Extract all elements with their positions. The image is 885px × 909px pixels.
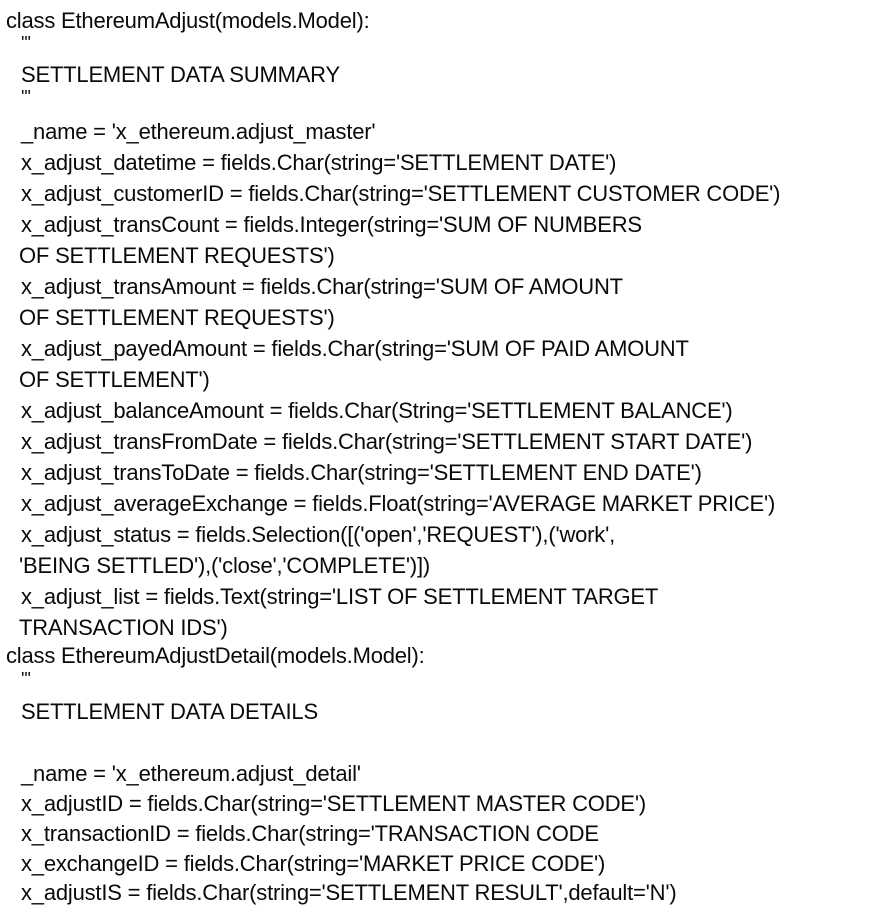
- code-line-docstring-open: ''': [21, 33, 31, 53]
- code-line-field: x_adjust_transToDate = fields.Char(strin…: [21, 460, 702, 485]
- code-line-docstring-open: ''': [21, 669, 31, 689]
- code-line-field: x_adjust_transFromDate = fields.Char(str…: [21, 429, 753, 454]
- code-line-docstring-text: SETTLEMENT DATA SUMMARY: [21, 62, 340, 87]
- code-line-continuation: OF SETTLEMENT REQUESTS'): [19, 305, 335, 330]
- code-line-field: x_adjust_customerID = fields.Char(string…: [21, 181, 781, 206]
- code-line-name: _name = 'x_ethereum.adjust_master': [21, 119, 376, 144]
- code-line-field: x_adjust_transAmount = fields.Char(strin…: [21, 274, 623, 299]
- code-line-field: x_transactionID = fields.Char(string='TR…: [21, 821, 599, 846]
- code-line-docstring-text: SETTLEMENT DATA DETAILS: [21, 699, 318, 724]
- code-line-field: x_adjust_balanceAmount = fields.Char(Str…: [21, 398, 733, 423]
- code-line-continuation: 'BEING SETTLED'),('close','COMPLETE')]): [19, 553, 431, 578]
- code-line-field: x_exchangeID = fields.Char(string='MARKE…: [21, 851, 606, 876]
- code-listing: class EthereumAdjust(models.Model): ''' …: [0, 0, 885, 909]
- code-line-field: x_adjust_averageExchange = fields.Float(…: [21, 491, 776, 516]
- code-line-field: x_adjust_transCount = fields.Integer(str…: [21, 212, 642, 237]
- code-line-field: x_adjust_list = fields.Text(string='LIST…: [21, 584, 659, 609]
- code-line-field: x_adjust_status = fields.Selection([('op…: [21, 522, 616, 547]
- code-line-continuation: OF SETTLEMENT REQUESTS'): [19, 243, 335, 268]
- code-line-class-header: class EthereumAdjustDetail(models.Model)…: [6, 643, 425, 668]
- code-line-field: x_adjustIS = fields.Char(string='SETTLEM…: [21, 880, 677, 905]
- code-line-continuation: OF SETTLEMENT'): [19, 367, 210, 392]
- code-line-class-header: class EthereumAdjust(models.Model):: [6, 8, 370, 33]
- code-line-docstring-close: ''': [21, 87, 31, 107]
- code-line-field: x_adjust_datetime = fields.Char(string='…: [21, 150, 617, 175]
- code-line-field: x_adjust_payedAmount = fields.Char(strin…: [21, 336, 689, 361]
- code-line-name: _name = 'x_ethereum.adjust_detail': [21, 761, 361, 786]
- code-line-continuation: TRANSACTION IDS'): [19, 615, 228, 640]
- code-line-field: x_adjustID = fields.Char(string='SETTLEM…: [21, 791, 646, 816]
